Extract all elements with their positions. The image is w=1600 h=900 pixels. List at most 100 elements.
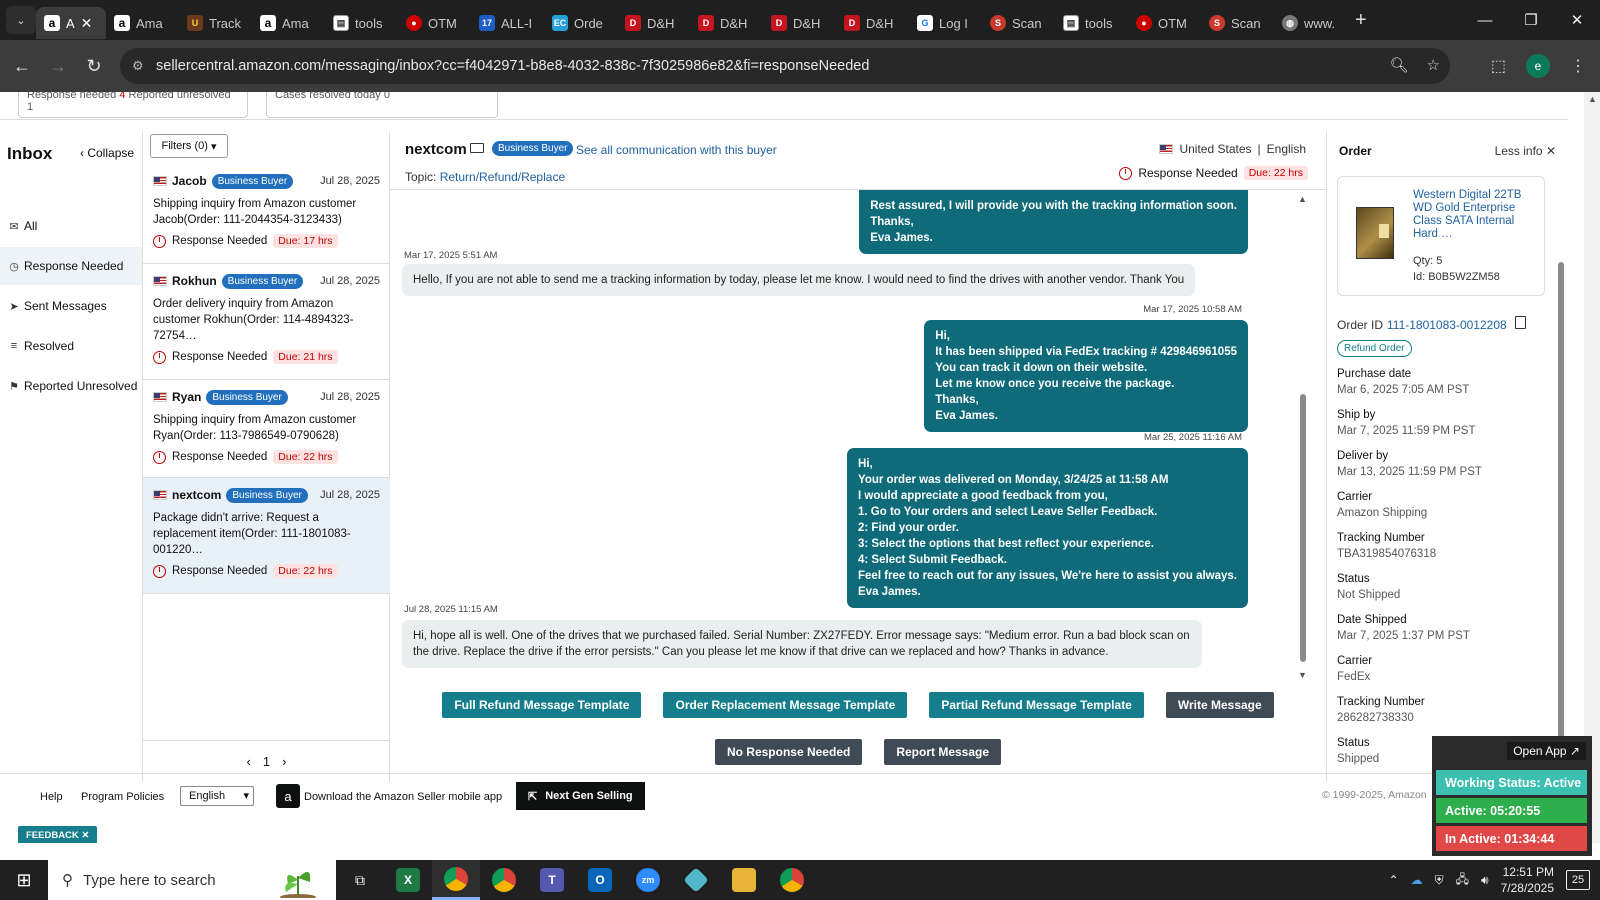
- conversation-item[interactable]: Ryan Business Buyer Jul 28, 2025 Shipping i…: [143, 380, 390, 478]
- browser-tab[interactable]: a Ama: [106, 7, 179, 39]
- scroll-up-arrow-icon[interactable]: ▲: [1298, 194, 1307, 204]
- windows-start-icon[interactable]: ⊞: [0, 870, 48, 891]
- language-select[interactable]: English: [180, 786, 254, 806]
- url-bar[interactable]: ⚙ sellercentral.amazon.com/messaging/inb…: [120, 48, 1450, 84]
- bookmark-star-icon[interactable]: ☆: [1427, 56, 1440, 74]
- zoom-icon[interactable]: 🔍︎: [1390, 56, 1409, 74]
- less-info-button[interactable]: Less info ✕: [1495, 144, 1556, 158]
- extensions-icon[interactable]: ⬚: [1491, 56, 1506, 76]
- maximize-button[interactable]: ❐: [1508, 11, 1554, 29]
- program-policies-link[interactable]: Program Policies: [81, 791, 164, 803]
- browser-tab[interactable]: D D&H: [617, 7, 690, 39]
- product-title-link[interactable]: Western Digital 22TB WD Gold Enterprise …: [1413, 189, 1537, 241]
- reload-button[interactable]: ↻: [76, 56, 112, 77]
- browser-tab[interactable]: ● OTM: [398, 7, 471, 39]
- scroll-up-arrow-icon[interactable]: ▲: [1588, 94, 1597, 104]
- conversation-item[interactable]: Jacob Business Buyer Jul 28, 2025 Shipping …: [143, 164, 390, 264]
- see-all-communication-link[interactable]: See all communication with this buyer: [576, 143, 777, 157]
- task-view-icon[interactable]: ⧉: [336, 860, 384, 900]
- file-explorer-icon[interactable]: [720, 860, 768, 900]
- browser-tab[interactable]: U Track: [179, 7, 252, 39]
- chrome-alt-icon[interactable]: [768, 860, 816, 900]
- chrome-profile-icon[interactable]: [480, 860, 528, 900]
- browser-tab[interactable]: D D&H: [690, 7, 763, 39]
- outlook-icon[interactable]: O: [576, 860, 624, 900]
- browser-tab[interactable]: D D&H: [763, 7, 836, 39]
- volume-icon[interactable]: 🔊︎: [1481, 873, 1489, 888]
- collapse-button[interactable]: ‹ Collapse: [80, 146, 134, 160]
- security-icon[interactable]: ⛨: [1435, 873, 1444, 888]
- conversation-item[interactable]: nextcom Business Buyer Jul 28, 2025 Package…: [143, 478, 390, 594]
- browser-tab[interactable]: S Scan: [982, 7, 1055, 39]
- full-refund-template-button[interactable]: Full Refund Message Template: [442, 692, 642, 718]
- system-clock[interactable]: 12:51 PM 7/28/2025: [1501, 864, 1554, 896]
- tab-search-button[interactable]: ⌄: [6, 6, 36, 34]
- browser-tab[interactable]: 17 ALL-I: [471, 7, 544, 39]
- taskbar-search[interactable]: ⚲ Type here to search: [48, 860, 336, 900]
- network-icon[interactable]: 🖧︎: [1456, 870, 1469, 891]
- no-response-needed-button[interactable]: No Response Needed: [714, 739, 863, 765]
- open-app-button[interactable]: Open App ↗: [1507, 742, 1586, 760]
- filters-button[interactable]: Filters (0) ▾: [150, 134, 228, 158]
- nav-item-response-needed[interactable]: ◷ Response Needed: [0, 247, 142, 285]
- chrome-icon[interactable]: [432, 860, 480, 900]
- browser-tab[interactable]: ▤ tools: [1055, 7, 1128, 39]
- order-scrollbar[interactable]: [1556, 172, 1566, 772]
- browser-tab[interactable]: G Log I: [909, 7, 982, 39]
- nav-item-sent-messages[interactable]: ➤ Sent Messages: [0, 287, 142, 325]
- conversation-item[interactable]: Rokhun Business Buyer Jul 28, 2025 Order de…: [143, 264, 390, 380]
- browser-tab[interactable]: a A ✕: [36, 7, 106, 39]
- excel-icon[interactable]: X: [384, 860, 432, 900]
- browser-tab[interactable]: ▤ tools: [325, 7, 398, 39]
- browser-tab[interactable]: D D&H: [836, 7, 909, 39]
- prev-page-icon[interactable]: ‹: [247, 754, 251, 769]
- page-scrollbar[interactable]: ▲: [1584, 92, 1600, 843]
- refund-order-button[interactable]: Refund Order: [1337, 340, 1412, 357]
- nav-item-resolved[interactable]: ≡ Resolved: [0, 327, 142, 365]
- browser-tab[interactable]: a Ama: [252, 7, 325, 39]
- page-number[interactable]: 1: [263, 754, 270, 769]
- close-window-button[interactable]: ✕: [1554, 11, 1600, 29]
- browser-tab[interactable]: S Scan: [1201, 7, 1274, 39]
- new-tab-button[interactable]: +: [1355, 9, 1367, 32]
- minimize-button[interactable]: —: [1462, 12, 1508, 29]
- nav-item-reported-unresolved[interactable]: ⚑ Reported Unresolved: [0, 367, 142, 405]
- report-message-button[interactable]: Report Message: [884, 739, 1002, 765]
- download-app-link[interactable]: Download the Amazon Seller mobile app: [304, 791, 502, 803]
- write-message-button[interactable]: Write Message: [1165, 692, 1274, 718]
- response-stats-card[interactable]: Response needed 4 Reported unresolved 1: [18, 92, 248, 118]
- replacement-template-button[interactable]: Order Replacement Message Template: [663, 692, 908, 718]
- zoom-icon[interactable]: zm: [624, 860, 672, 900]
- order-id-link[interactable]: 111-1801083-0012208: [1387, 318, 1507, 332]
- partial-refund-template-button[interactable]: Partial Refund Message Template: [929, 692, 1144, 718]
- mail-icon[interactable]: [470, 143, 484, 153]
- app-icon[interactable]: [672, 860, 720, 900]
- messages-pane[interactable]: Rest assured, I will provide you with th…: [390, 190, 1310, 670]
- forward-button[interactable]: →: [40, 56, 76, 77]
- nav-item-all[interactable]: ✉ All: [0, 207, 142, 245]
- scrollbar-thumb[interactable]: [1300, 394, 1306, 662]
- onedrive-icon[interactable]: ☁: [1411, 873, 1423, 887]
- close-tab-icon[interactable]: ✕: [81, 15, 93, 32]
- copy-icon[interactable]: [1515, 316, 1526, 329]
- next-page-icon[interactable]: ›: [282, 754, 286, 769]
- site-info-icon[interactable]: ⚙: [132, 58, 144, 74]
- help-link[interactable]: Help: [40, 791, 63, 803]
- amazon-app-icon[interactable]: a: [276, 784, 300, 808]
- browser-tab[interactable]: EC Orde: [544, 7, 617, 39]
- messages-scrollbar[interactable]: ▲ ▼: [1298, 194, 1308, 680]
- notifications-icon[interactable]: 25: [1566, 870, 1590, 890]
- topic-link[interactable]: Return/Refund/Replace: [440, 170, 565, 184]
- product-image[interactable]: [1356, 207, 1394, 259]
- feedback-tab[interactable]: FEEDBACK ✕: [18, 826, 98, 843]
- profile-avatar[interactable]: e: [1526, 54, 1550, 78]
- scroll-down-arrow-icon[interactable]: ▼: [1298, 670, 1307, 680]
- browser-menu-icon[interactable]: ⋮: [1570, 56, 1586, 76]
- chevron-up-icon[interactable]: ⌃: [1389, 873, 1399, 887]
- browser-tab[interactable]: ● OTM: [1128, 7, 1201, 39]
- browser-tab[interactable]: ◍ www.: [1274, 7, 1347, 39]
- teams-icon[interactable]: T: [528, 860, 576, 900]
- back-button[interactable]: ←: [4, 56, 40, 77]
- next-gen-selling-button[interactable]: ⇱ Next Gen Selling: [516, 782, 645, 810]
- scrollbar-thumb[interactable]: [1558, 262, 1564, 762]
